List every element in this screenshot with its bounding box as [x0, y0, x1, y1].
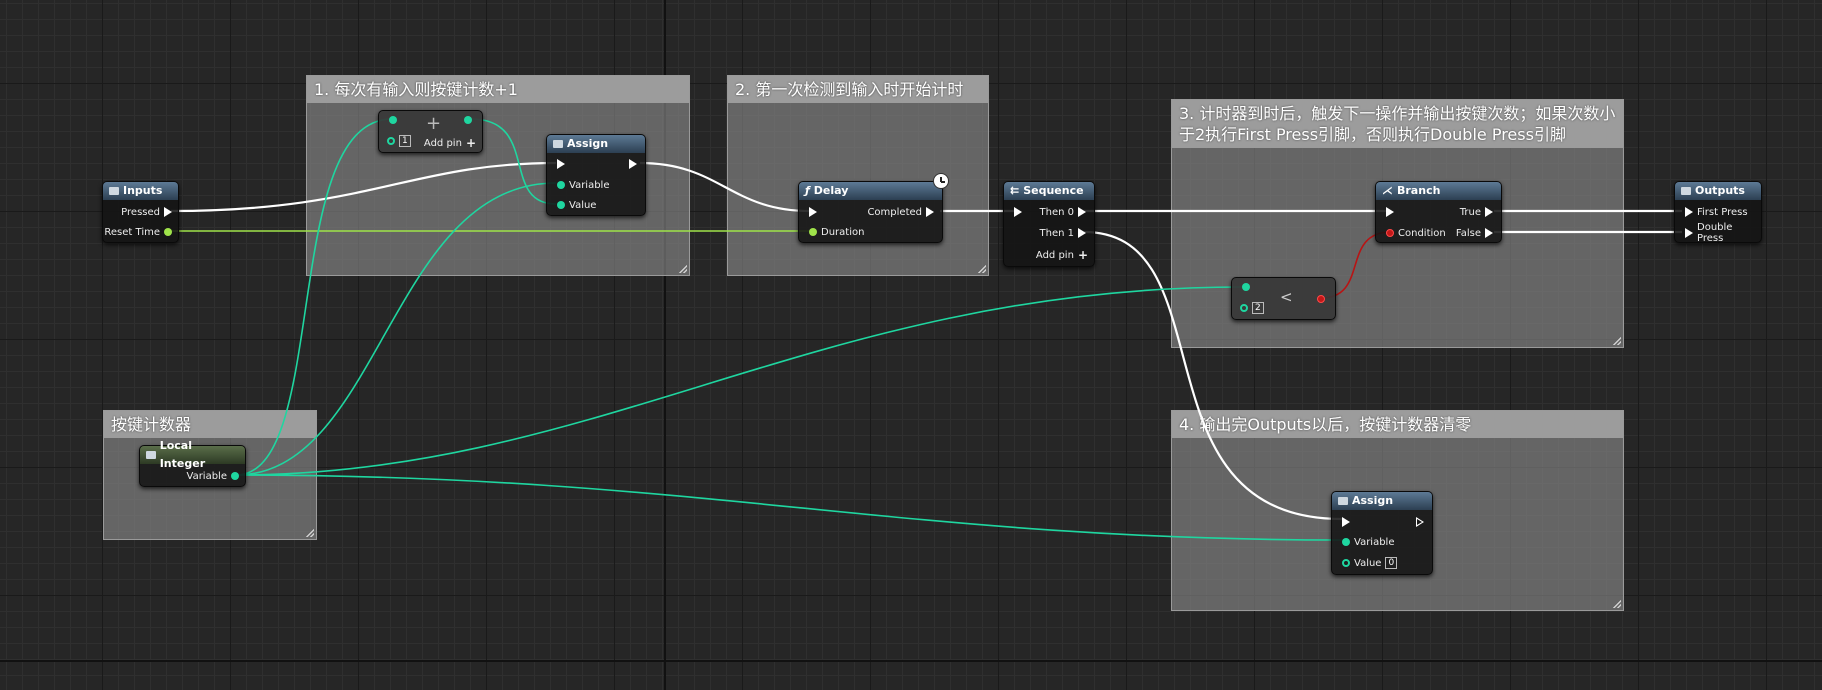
add-pin-label: Add pin: [423, 137, 462, 149]
int-pin-icon[interactable]: [557, 181, 565, 189]
wire-int: [235, 182, 557, 476]
branch-icon: ⋌: [1382, 184, 1393, 197]
pin-label: Value: [569, 199, 597, 211]
pin-label: First Press: [1697, 206, 1748, 218]
exec-pin-icon[interactable]: [1014, 207, 1022, 217]
pin-label: Value: [1354, 557, 1382, 569]
less-than-symbol: <: [1280, 288, 1293, 306]
sequence-icon: ⇇: [1010, 184, 1020, 197]
value-box[interactable]: 1: [399, 135, 411, 147]
pin-label: Variable: [569, 179, 610, 191]
variable-icon: [146, 451, 156, 459]
exec-pin-icon[interactable]: [926, 207, 934, 217]
exec-pin-icon[interactable]: [557, 159, 565, 169]
node-title: Sequence: [1023, 184, 1084, 197]
function-icon: [109, 187, 119, 195]
wire-exec: [1083, 230, 1343, 521]
wire-exec: [639, 161, 811, 213]
add-pin-button[interactable]: Add pin +: [424, 136, 476, 150]
wire-int: [235, 286, 1243, 476]
local-integer-node[interactable]: Local Integer Variable: [139, 439, 246, 487]
float-pin-icon[interactable]: [809, 228, 817, 236]
value-box[interactable]: 0: [1385, 557, 1398, 569]
wire-int: [470, 118, 557, 205]
clock-icon: [933, 173, 949, 189]
pin-label: Condition: [1398, 227, 1446, 239]
exec-pin-icon[interactable]: [1078, 228, 1086, 238]
int-pin-icon[interactable]: [387, 137, 395, 145]
exec-pin-icon[interactable]: [1386, 207, 1394, 217]
pin-label: Reset Time: [104, 226, 160, 238]
int-pin-icon[interactable]: [1242, 283, 1250, 291]
value-box[interactable]: 2: [1252, 302, 1264, 314]
branch-node[interactable]: ⋌ Branch True Condition False: [1375, 181, 1502, 243]
wire-int: [235, 474, 1343, 541]
exec-pin-icon[interactable]: [164, 207, 172, 217]
pin-label: Completed: [867, 206, 922, 218]
exec-pin-icon[interactable]: [1416, 517, 1424, 527]
less-than-node[interactable]: 2 <: [1231, 277, 1336, 320]
pin-label: True: [1459, 206, 1481, 218]
add-pin-label: Add pin: [1035, 249, 1074, 261]
float-pin-icon[interactable]: [164, 228, 172, 236]
assign-node-increment[interactable]: Assign Variable Value: [546, 134, 646, 216]
node-title: Local Integer: [159, 439, 206, 470]
exec-pin-icon[interactable]: [1685, 228, 1693, 238]
int-pin-icon[interactable]: [1240, 304, 1248, 312]
pin-label: Then 0: [1039, 206, 1074, 218]
int-pin-icon[interactable]: [1342, 559, 1350, 567]
node-title: Assign: [1352, 494, 1394, 507]
pin-label: Duration: [821, 226, 865, 238]
exec-pin-icon[interactable]: [1078, 207, 1086, 217]
inputs-node[interactable]: Inputs Pressed Reset Time: [102, 181, 179, 243]
bool-pin-icon[interactable]: [1317, 295, 1325, 303]
exec-pin-icon[interactable]: [809, 207, 817, 217]
node-title: Outputs: [1695, 184, 1745, 197]
outputs-node[interactable]: Outputs First Press Double Press: [1674, 181, 1762, 244]
pin-label: Variable: [1354, 536, 1395, 548]
delay-node[interactable]: ƒ Delay Completed Duration: [798, 181, 943, 243]
function-icon: ƒ: [805, 184, 810, 197]
pin-label: False: [1455, 227, 1481, 239]
plus-icon: +: [465, 136, 476, 150]
sequence-node[interactable]: ⇇ Sequence Then 0 Then 1 Add pin +: [1003, 181, 1095, 267]
exec-pin-icon[interactable]: [1485, 228, 1493, 238]
node-title: Inputs: [123, 184, 163, 197]
node-title: Delay: [813, 184, 849, 197]
exec-pin-icon[interactable]: [1485, 207, 1493, 217]
pin-label: Pressed: [121, 206, 160, 218]
int-pin-icon[interactable]: [231, 472, 239, 480]
int-pin-icon[interactable]: [557, 201, 565, 209]
add-symbol: +: [426, 113, 442, 134]
plus-icon: +: [1077, 248, 1088, 262]
assign-icon: [1338, 497, 1348, 505]
add-pin-button[interactable]: Add pin +: [1036, 248, 1088, 262]
pin-label: Variable: [186, 470, 228, 482]
node-title: Branch: [1397, 184, 1441, 197]
wire-exec: [170, 161, 557, 213]
wire-layer: [170, 118, 1682, 541]
add-node[interactable]: + 1 Add pin +: [378, 110, 483, 153]
int-pin-icon[interactable]: [1342, 538, 1350, 546]
exec-pin-icon[interactable]: [1342, 517, 1350, 527]
function-icon: [1681, 187, 1691, 195]
exec-pin-icon[interactable]: [1685, 207, 1693, 217]
bool-pin-icon[interactable]: [1386, 229, 1394, 237]
assign-node-reset[interactable]: Assign Variable Value 0: [1331, 491, 1433, 575]
pin-label: Then 1: [1039, 227, 1074, 239]
wire-int: [235, 118, 393, 476]
assign-icon: [553, 140, 563, 148]
int-pin-icon[interactable]: [464, 116, 472, 124]
exec-pin-icon[interactable]: [629, 159, 637, 169]
int-pin-icon[interactable]: [389, 116, 397, 124]
pin-label: Double Press: [1697, 222, 1733, 244]
node-title: Assign: [567, 137, 609, 150]
